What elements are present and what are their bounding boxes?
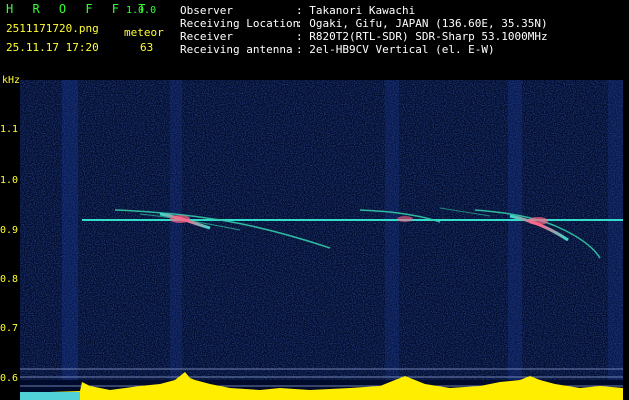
info-value-observer: : Takanori Kawachi	[296, 4, 416, 17]
level-bar-low	[20, 392, 80, 400]
info-label-location: Receiving Location	[180, 17, 300, 30]
noise-floor	[20, 80, 623, 380]
file-datetime: 25.11.17 17:20	[6, 41, 99, 54]
stats-label: meteor	[124, 26, 164, 39]
y-tick-label: 0.7	[0, 323, 19, 334]
info-value-antenna: : 2el-HB9CV Vertical (el. E-W)	[296, 43, 495, 56]
meteor-count: 63	[140, 41, 154, 54]
noise-band	[508, 80, 522, 380]
y-tick-label: 0.9	[0, 225, 19, 236]
info-value-location: : Ogaki, Gifu, JAPAN (136.60E, 35.35N)	[296, 17, 548, 30]
axis-unit: kHz	[2, 75, 21, 86]
y-tick-label: 1.0	[0, 175, 19, 186]
info-label-observer: Observer	[180, 4, 233, 17]
noise-band	[62, 80, 78, 380]
noise-band	[385, 80, 399, 380]
noise-band	[608, 80, 623, 380]
file-name: 2511171720.png	[6, 22, 99, 35]
info-label-receiver: Receiver	[180, 30, 233, 43]
info-value-receiver: : R820T2(RTL-SDR) SDR-Sharp 53.1000MHz	[296, 30, 548, 43]
noise-band	[170, 80, 182, 380]
spectrogram	[20, 80, 623, 400]
header-panel: H R O F F T 1.0.0 2511171720.png meteor …	[0, 0, 629, 72]
info-label-antenna: Receiving antenna	[180, 43, 293, 56]
meteor-hotspot	[170, 215, 190, 223]
meteor-hotspot	[528, 217, 548, 225]
app-version: 1.0.0	[126, 5, 157, 16]
y-tick-label: 1.1	[0, 124, 19, 135]
spectrogram-canvas	[20, 80, 623, 400]
y-tick-label: 0.6	[0, 373, 19, 384]
y-tick-label: 0.8	[0, 274, 19, 285]
meteor-hotspot	[397, 216, 413, 222]
